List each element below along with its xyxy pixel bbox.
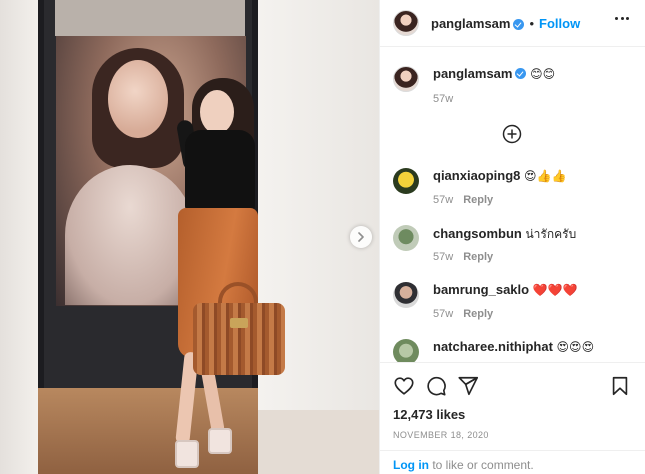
caption-avatar[interactable] — [393, 66, 419, 92]
next-arrow-icon — [358, 232, 364, 242]
reply-button[interactable]: Reply — [463, 308, 493, 320]
load-more-comments-button[interactable] — [502, 124, 522, 144]
caption-time[interactable]: 57w — [433, 93, 453, 105]
handbag — [193, 303, 285, 375]
comment-time[interactable]: 57w — [433, 194, 453, 206]
comment-text: 😍😍😍 — [556, 340, 595, 354]
comment-item: bamrung_saklo ❤️❤️❤️ 57w Reply — [393, 282, 633, 320]
comment-time[interactable]: 57w — [433, 308, 453, 320]
heart-icon[interactable] — [393, 375, 415, 397]
comment-avatar[interactable] — [393, 225, 419, 251]
comment-username[interactable]: changsombun — [433, 226, 522, 241]
caption-username[interactable]: panglamsam — [433, 66, 512, 81]
post-side-panel: panglamsam • Follow panglamsam 😊😊 57w qi… — [379, 0, 645, 474]
comment-avatar[interactable] — [393, 339, 419, 362]
comment-username[interactable]: bamrung_saklo — [433, 282, 529, 297]
portrait-dress — [65, 165, 195, 305]
woman-face — [200, 90, 234, 134]
likes-count[interactable]: 12,473 likes — [393, 407, 465, 422]
portrait-face — [108, 60, 168, 138]
reply-button[interactable]: Reply — [463, 251, 493, 263]
login-prompt: Log in to like or comment. — [380, 450, 645, 474]
comment-item: qianxiaoping8 😍👍👍 57w Reply — [393, 168, 633, 206]
comment-body: bamrung_saklo ❤️❤️❤️ — [433, 282, 578, 308]
caption-text-row: panglamsam 😊😊 — [433, 66, 555, 92]
comment-username[interactable]: natcharee.nithiphat — [433, 339, 553, 354]
comment-meta: 57w Reply — [433, 194, 493, 206]
login-link[interactable]: Log in — [393, 458, 429, 472]
comment-body: natcharee.nithiphat 😍😍😍 — [433, 339, 594, 362]
avatar[interactable] — [393, 10, 419, 36]
share-icon[interactable] — [457, 375, 479, 397]
comment-meta: 57w Reply — [433, 308, 493, 320]
caption: panglamsam 😊😊 57w — [393, 66, 555, 105]
comment-avatar[interactable] — [393, 168, 419, 194]
add-circle-icon — [502, 124, 522, 144]
comment-avatar[interactable] — [393, 282, 419, 308]
comment-text: น่ารักครับ — [525, 227, 577, 241]
shoe-left — [175, 440, 199, 468]
comment-text: ❤️❤️❤️ — [532, 283, 578, 297]
portrait-frame-top — [55, 0, 245, 36]
bookmark-icon[interactable] — [609, 375, 631, 397]
follow-button[interactable]: Follow — [539, 16, 580, 31]
handbag-clasp — [230, 318, 248, 328]
comment-item: natcharee.nithiphat 😍😍😍 — [393, 339, 633, 362]
comment-text: 😍👍👍 — [524, 169, 567, 183]
post-photo[interactable] — [0, 0, 379, 474]
comment-body: changsombun น่ารักครับ — [433, 225, 576, 251]
comment-body: qianxiaoping8 😍👍👍 — [433, 168, 566, 194]
shoe-right — [208, 428, 232, 454]
wall-left — [0, 0, 38, 474]
comments-list[interactable]: panglamsam 😊😊 57w qianxiaoping8 😍👍👍 57w R… — [380, 48, 645, 362]
header-username[interactable]: panglamsam — [431, 16, 510, 31]
comment-meta: 57w Reply — [433, 251, 493, 263]
header-user: panglamsam • Follow — [431, 16, 580, 31]
woman-black-top — [185, 130, 255, 212]
post-header: panglamsam • Follow — [380, 0, 645, 47]
separator-dot: • — [529, 15, 535, 31]
post-actions: 12,473 likes NOVEMBER 18, 2020 Log in to… — [380, 362, 645, 474]
verified-badge-icon — [513, 18, 525, 30]
floor-right — [258, 410, 379, 474]
login-text: to like or comment. — [429, 458, 534, 472]
verified-badge-icon — [515, 68, 527, 79]
comment-username[interactable]: qianxiaoping8 — [433, 168, 520, 183]
post-date[interactable]: NOVEMBER 18, 2020 — [393, 430, 489, 440]
comment-item: changsombun น่ารักครับ 57w Reply — [393, 225, 633, 263]
comment-icon[interactable] — [425, 375, 447, 397]
caption-text: 😊😊 — [530, 67, 556, 81]
more-options-icon[interactable] — [615, 17, 629, 21]
next-image-button[interactable] — [350, 226, 372, 248]
comment-time[interactable]: 57w — [433, 251, 453, 263]
action-icons — [393, 375, 633, 399]
reply-button[interactable]: Reply — [463, 194, 493, 206]
